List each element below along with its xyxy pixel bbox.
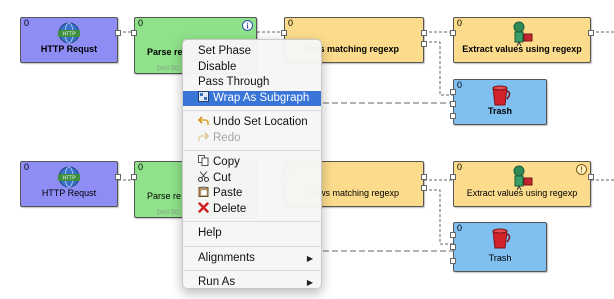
input-port[interactable] xyxy=(281,30,287,36)
menu-item-delete[interactable]: Delete xyxy=(183,201,321,218)
output-port[interactable] xyxy=(588,30,594,36)
undo-icon xyxy=(198,116,209,125)
node-port-info: port:$0 xyxy=(157,209,179,216)
menu-separator xyxy=(183,150,321,151)
node-label: Extract values using regexp xyxy=(466,188,578,198)
menu-item-redo: Redo xyxy=(183,131,321,147)
menu-item-help[interactable]: Help xyxy=(183,226,321,242)
output-port[interactable] xyxy=(421,30,427,36)
node-label: Trash xyxy=(487,106,512,116)
menu-separator xyxy=(183,110,321,111)
input-port[interactable] xyxy=(450,30,456,36)
menu-item-copy[interactable]: Copy xyxy=(183,155,321,171)
node-http-request[interactable]: 0 HTTP HTTP Requst xyxy=(20,161,121,207)
node-label: HTTP Requst xyxy=(40,44,98,54)
input-port[interactable] xyxy=(131,30,137,36)
menu-item-paste[interactable]: Paste xyxy=(183,186,321,202)
node-label: Trash xyxy=(488,253,512,263)
input-port[interactable] xyxy=(450,89,456,95)
node-phase-number: 0 xyxy=(138,18,144,28)
delete-x-icon xyxy=(198,201,209,213)
output-port[interactable] xyxy=(421,174,427,180)
menu-item-undo[interactable]: Undo Set Location xyxy=(183,115,321,131)
subgraph-icon xyxy=(198,90,209,102)
menu-item-label: Copy xyxy=(213,156,240,168)
output-port[interactable] xyxy=(115,30,121,36)
node-phase-number: 0 xyxy=(457,18,463,28)
menu-item-alignments[interactable]: Alignments ▶ xyxy=(183,251,321,267)
menu-item-label: Delete xyxy=(213,202,247,215)
node-phase-number: 0 xyxy=(24,18,30,28)
node-phase-number: 0 xyxy=(457,162,463,172)
menu-item-label: Wrap As Subgraph xyxy=(213,91,310,104)
menu-separator xyxy=(183,270,321,271)
menu-separator xyxy=(183,245,321,247)
node-port-info: port:$0 xyxy=(157,65,179,72)
menu-item-label: Cut xyxy=(213,171,231,184)
scissors-icon xyxy=(198,170,209,182)
node-trash[interactable]: 0 Trash xyxy=(450,222,547,272)
copy-icon xyxy=(198,155,209,166)
menu-separator xyxy=(183,221,321,222)
menu-item-cut[interactable]: Cut xyxy=(183,170,321,187)
clipboard-icon xyxy=(198,186,209,197)
output-port[interactable] xyxy=(421,185,427,191)
node-phase-number: 0 xyxy=(24,162,30,172)
output-port[interactable] xyxy=(588,174,594,180)
node-label: Extract values using regexp xyxy=(462,44,582,54)
svg-text:HTTP: HTTP xyxy=(62,176,76,182)
menu-item-label: Redo xyxy=(213,131,241,144)
node-extract-regexp[interactable]: 0 ! Extract values using regexp xyxy=(450,161,594,207)
redo-icon xyxy=(198,131,209,141)
input-port[interactable] xyxy=(450,174,456,180)
node-label: rows matching regexp xyxy=(310,188,399,198)
menu-item-set-phase[interactable]: Set Phase xyxy=(183,44,321,60)
context-menu: Set Phase Disable Pass Through Wrap As S… xyxy=(182,39,322,289)
node-label: HTTP Requst xyxy=(41,188,97,198)
svg-text:HTTP: HTTP xyxy=(62,32,76,38)
output-port[interactable] xyxy=(115,174,121,180)
node-http-request[interactable]: 0 HTTP HTTP Requst xyxy=(20,17,121,63)
svg-text:!: ! xyxy=(580,166,583,175)
warning-icon[interactable]: ! xyxy=(576,164,587,175)
menu-item-disable[interactable]: Disable xyxy=(183,60,321,76)
input-port[interactable] xyxy=(131,174,137,180)
submenu-arrow-icon: ▶ xyxy=(306,253,313,263)
node-phase-number: 0 xyxy=(457,223,463,233)
submenu-arrow-icon: ▶ xyxy=(306,278,313,287)
node-phase-number: 0 xyxy=(288,18,294,28)
menu-item-label: Paste xyxy=(213,187,243,199)
menu-item-label: Undo Set Location xyxy=(213,116,308,128)
node-extract-regexp[interactable]: 0 Extract values using regexp xyxy=(450,17,594,63)
menu-item-wrap-subgraph[interactable]: Wrap As Subgraph xyxy=(183,90,321,106)
node-phase-number: 0 xyxy=(457,80,463,90)
input-port[interactable] xyxy=(450,244,456,250)
output-port[interactable] xyxy=(421,41,427,47)
input-port[interactable] xyxy=(450,232,456,238)
node-phase-number: 0 xyxy=(138,162,144,172)
trash-bucket-icon xyxy=(492,228,511,249)
menu-item-label: Run As xyxy=(198,276,236,288)
node-trash[interactable]: 0 Trash xyxy=(450,79,547,125)
info-icon[interactable]: i xyxy=(242,20,253,31)
menu-item-pass-through[interactable]: Pass Through xyxy=(183,75,321,91)
menu-item-label: Alignments xyxy=(198,251,255,264)
menu-item-run-as[interactable]: Run As ▶ xyxy=(183,275,321,291)
